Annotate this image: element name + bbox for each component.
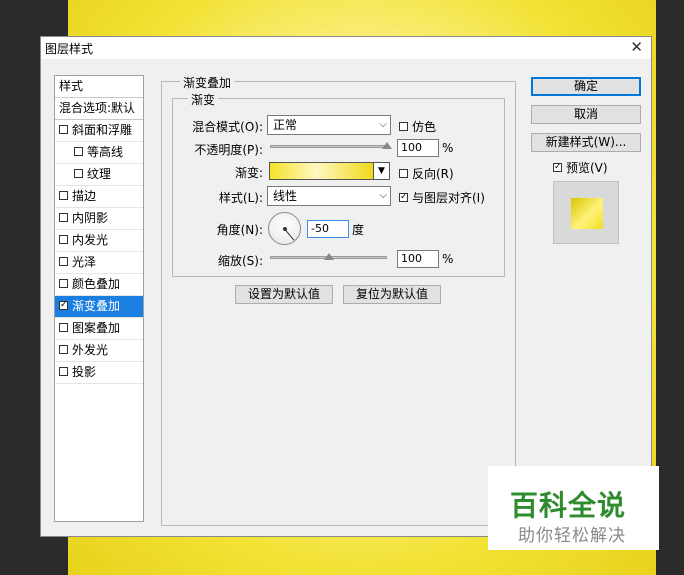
align-check-box[interactable]: ✓ xyxy=(399,193,408,202)
styles-header[interactable]: 样式 xyxy=(55,76,143,98)
style-value: 线性 xyxy=(273,189,298,203)
style-item-label: 斜面和浮雕 xyxy=(72,123,133,137)
angle-unit: 度 xyxy=(352,223,365,237)
reverse-check-box[interactable] xyxy=(399,169,408,178)
style-item-label: 投影 xyxy=(72,365,97,379)
angle-dial[interactable] xyxy=(268,212,301,245)
styles-list: 样式 混合选项:默认 斜面和浮雕等高线纹理描边内阴影内发光光泽颜色叠加 ✓ 渐变叠加… xyxy=(54,75,144,522)
style-item[interactable]: 内阴影 xyxy=(55,208,143,230)
gradient-label: 渐变: xyxy=(234,166,263,180)
angle-label: 角度(N): xyxy=(216,223,263,237)
style-item-label: 描边 xyxy=(72,189,97,203)
blend-mode-label: 混合模式(O): xyxy=(192,120,263,134)
style-item-checkbox[interactable] xyxy=(59,279,68,288)
style-item-checkbox[interactable] xyxy=(74,169,83,178)
style-item-label: 内阴影 xyxy=(72,211,109,225)
watermark-subtitle: 助你轻松解决 xyxy=(518,526,626,546)
style-item[interactable]: 投影 xyxy=(55,362,143,384)
gradient-swatch[interactable] xyxy=(269,162,374,180)
style-item-label: 光泽 xyxy=(72,255,97,269)
style-item-checkbox[interactable] xyxy=(59,213,68,222)
dither-check-box[interactable] xyxy=(399,122,408,131)
scale-unit: % xyxy=(442,252,454,266)
style-item[interactable]: 纹理 xyxy=(55,164,143,186)
style-label: 样式(L): xyxy=(218,191,263,205)
style-item[interactable]: 描边 xyxy=(55,186,143,208)
style-item[interactable]: 外发光 xyxy=(55,340,143,362)
style-item-checkbox[interactable] xyxy=(59,125,68,134)
style-item-checkbox[interactable] xyxy=(59,257,68,266)
style-select[interactable]: 线性 ⌵ xyxy=(267,186,391,206)
style-item-label: 颜色叠加 xyxy=(72,277,121,291)
new-style-button[interactable]: 新建样式(W)... xyxy=(531,133,641,152)
opacity-slider-thumb[interactable] xyxy=(382,142,392,149)
style-item-label: 内发光 xyxy=(72,233,109,247)
ok-button[interactable]: 确定 xyxy=(531,77,641,96)
align-with-layer-checkbox[interactable]: ✓ 与图层对齐(I) xyxy=(399,189,485,206)
style-item-checkbox[interactable] xyxy=(59,323,68,332)
style-item[interactable]: 光泽 xyxy=(55,252,143,274)
preview-checkbox[interactable]: ✓ 预览(V) xyxy=(553,159,608,176)
chevron-down-icon: ⌵ xyxy=(379,119,387,130)
blend-mode-select[interactable]: 正常 ⌵ xyxy=(267,115,391,135)
background-right xyxy=(656,0,684,575)
style-item-checkbox[interactable] xyxy=(59,235,68,244)
dither-label: 仿色 xyxy=(412,120,437,134)
reverse-checkbox[interactable]: 反向(R) xyxy=(399,165,454,182)
opacity-unit: % xyxy=(442,141,454,155)
opacity-slider[interactable] xyxy=(270,145,387,148)
watermark: 百科全说 助你轻松解决 xyxy=(488,466,659,550)
cancel-button[interactable]: 取消 xyxy=(531,105,641,124)
blend-options-item[interactable]: 混合选项:默认 xyxy=(55,98,143,120)
layer-style-dialog: 图层样式 ✕ 样式 混合选项:默认 斜面和浮雕等高线纹理描边内阴影内发光光泽颜色… xyxy=(40,36,652,537)
style-preview xyxy=(553,181,619,244)
scale-input[interactable]: 100 xyxy=(397,250,439,268)
style-item-checkbox[interactable] xyxy=(59,345,68,354)
style-item-label: 图案叠加 xyxy=(72,321,121,335)
angle-indicator xyxy=(284,229,295,241)
watermark-title: 百科全说 xyxy=(510,489,627,522)
style-item[interactable]: 图案叠加 xyxy=(55,318,143,340)
scale-slider-thumb[interactable] xyxy=(323,253,334,260)
chevron-down-icon: ⌵ xyxy=(379,190,387,201)
style-item-checkbox[interactable]: ✓ xyxy=(59,301,68,310)
opacity-input[interactable]: 100 xyxy=(397,139,439,157)
style-item[interactable]: 等高线 xyxy=(55,142,143,164)
style-item[interactable]: 内发光 xyxy=(55,230,143,252)
style-item-label: 等高线 xyxy=(87,145,124,159)
style-item-label: 渐变叠加 xyxy=(72,299,121,313)
gradient-dropdown-icon[interactable]: ▼ xyxy=(374,162,390,180)
preview-check-box[interactable]: ✓ xyxy=(553,163,562,172)
set-default-button[interactable]: 设置为默认值 xyxy=(235,285,333,304)
close-icon[interactable]: ✕ xyxy=(630,38,643,56)
angle-center xyxy=(283,227,287,231)
title-bar: 图层样式 ✕ xyxy=(41,37,651,59)
scale-label: 缩放(S): xyxy=(217,254,263,268)
style-item-label: 纹理 xyxy=(87,167,112,181)
group-title: 渐变叠加 xyxy=(180,74,235,91)
angle-input[interactable]: -50 xyxy=(307,220,349,238)
window-title: 图层样式 xyxy=(45,42,94,56)
style-item[interactable]: ✓ 渐变叠加 xyxy=(55,296,143,318)
reset-default-button[interactable]: 复位为默认值 xyxy=(343,285,441,304)
align-label: 与图层对齐(I) xyxy=(412,191,485,205)
opacity-label: 不透明度(P): xyxy=(194,143,263,157)
reverse-label: 反向(R) xyxy=(412,167,454,181)
style-item-checkbox[interactable] xyxy=(59,367,68,376)
style-item[interactable]: 斜面和浮雕 xyxy=(55,120,143,142)
preview-swatch xyxy=(571,198,603,229)
preview-label: 预览(V) xyxy=(566,161,608,175)
subgroup-title: 渐变 xyxy=(188,91,219,108)
style-item[interactable]: 颜色叠加 xyxy=(55,274,143,296)
blend-mode-value: 正常 xyxy=(273,118,298,132)
style-item-label: 外发光 xyxy=(72,343,109,357)
style-item-checkbox[interactable] xyxy=(74,147,83,156)
style-item-checkbox[interactable] xyxy=(59,191,68,200)
dither-checkbox[interactable]: 仿色 xyxy=(399,118,436,135)
